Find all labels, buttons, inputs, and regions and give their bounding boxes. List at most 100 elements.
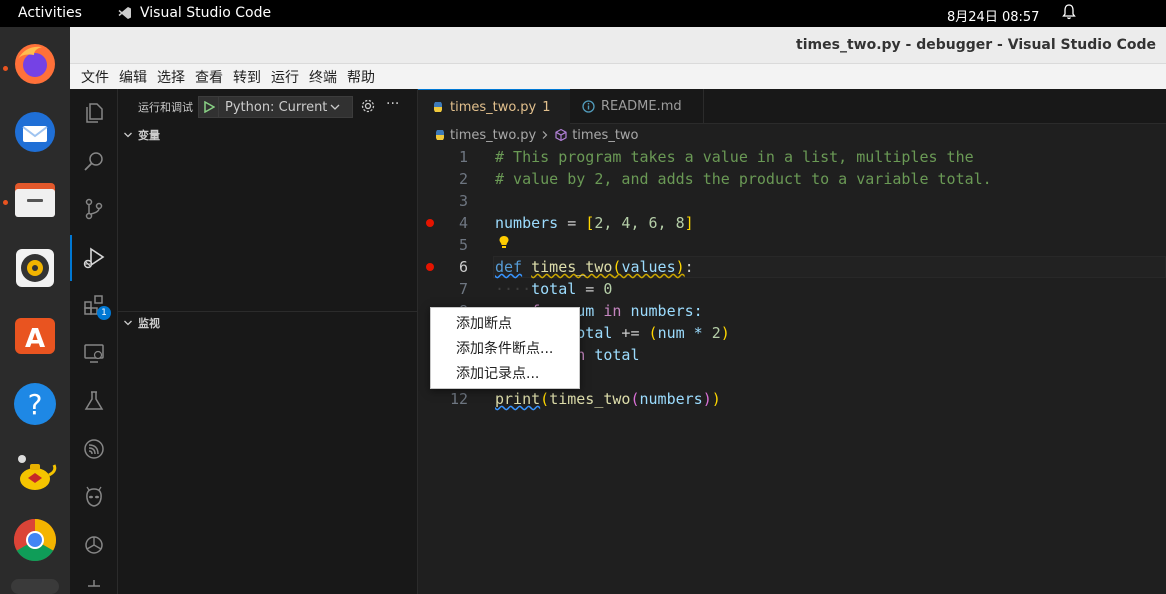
comment: # value by 2, and adds the product to a … [495, 170, 992, 188]
remote-explorer-icon[interactable] [70, 333, 118, 373]
running-indicator [3, 200, 8, 205]
thunderbird-icon[interactable] [11, 108, 59, 156]
teapot-icon[interactable] [11, 448, 59, 496]
token-bracket: [ [585, 214, 595, 232]
vscode-dock-icon[interactable] [11, 579, 59, 594]
menu-run[interactable]: 运行 [266, 67, 304, 87]
tab-label: README.md [601, 99, 682, 114]
more-actions-icon[interactable]: ··· [386, 96, 399, 112]
token-parameter: values [621, 258, 676, 276]
variables-section[interactable]: 变量 [118, 124, 418, 146]
token-bracket: ( [540, 390, 550, 408]
token-variable: total [585, 346, 640, 364]
rhythmbox-icon[interactable] [11, 244, 59, 292]
activity-bar: 1 [70, 89, 118, 594]
breakpoint-icon[interactable] [426, 219, 434, 227]
token-bracket: ) [711, 390, 721, 408]
menu-help[interactable]: 帮助 [342, 67, 380, 87]
app-menu[interactable]: Visual Studio Code [118, 5, 271, 21]
svg-text:A: A [25, 324, 45, 354]
token-bracket: ( [630, 390, 640, 408]
app-menu-label: Visual Studio Code [140, 5, 272, 21]
gear-icon[interactable] [360, 98, 376, 118]
problem-count: 1 [542, 99, 551, 115]
activities-button[interactable]: Activities [18, 5, 82, 21]
token-function: print [495, 390, 541, 408]
play-icon [203, 101, 215, 113]
esp-idf-icon[interactable] [70, 429, 118, 469]
breadcrumb-symbol[interactable]: times_two [572, 128, 638, 143]
code-line[interactable]: 12 print(times_two(numbers)) [418, 388, 1166, 410]
code-line-current[interactable]: 6 def times_two(values): [418, 256, 1166, 278]
explorer-icon[interactable] [70, 93, 118, 133]
testing-icon[interactable] [70, 381, 118, 421]
menu-terminal[interactable]: 终端 [304, 67, 342, 87]
svg-text:?: ? [28, 388, 43, 421]
run-debug-icon[interactable] [70, 238, 118, 278]
add-conditional-breakpoint-item[interactable]: 添加条件断点... [431, 337, 579, 362]
app-center-icon[interactable]: A [11, 312, 59, 360]
token-keyword: def [495, 258, 523, 276]
extensions-badge: 1 [97, 306, 111, 320]
menu-view[interactable]: 查看 [190, 67, 228, 87]
menu-selection[interactable]: 选择 [152, 67, 190, 87]
menu-file[interactable]: 文件 [76, 67, 114, 87]
code-line[interactable]: 5 [418, 234, 1166, 256]
line-number: 5 [458, 236, 468, 254]
files-icon[interactable] [11, 176, 59, 224]
chevron-right-icon [542, 131, 548, 139]
start-debugging-button[interactable] [199, 97, 219, 117]
add-breakpoint-item[interactable]: 添加断点 [431, 312, 579, 337]
code-line[interactable]: 1 # This program takes a value in a list… [418, 146, 1166, 168]
whitespace: ···· [495, 280, 532, 298]
line-number: 3 [458, 192, 468, 210]
code-line[interactable]: 4 numbers = [2, 4, 6, 8] [418, 212, 1166, 234]
breadcrumb-file[interactable]: times_two.py [450, 128, 536, 143]
code-line[interactable]: 7 ····total = 0 [418, 278, 1166, 300]
tab-readme[interactable]: README.md [570, 89, 704, 124]
line-number: 6 [458, 258, 468, 276]
token-operator: = [558, 214, 586, 232]
menu-edit[interactable]: 编辑 [114, 67, 152, 87]
token-variable: numbers [639, 390, 703, 408]
token-operator: = [576, 280, 604, 298]
token-expression: num * [657, 324, 712, 342]
firefox-icon[interactable] [11, 40, 59, 88]
add-logpoint-item[interactable]: 添加记录点... [431, 362, 579, 387]
sidebar-title: 运行和调试 [138, 101, 193, 114]
code-line[interactable]: 2 # value by 2, and adds the product to … [418, 168, 1166, 190]
running-indicator [3, 66, 8, 71]
line-number: 1 [458, 148, 468, 166]
watch-section[interactable]: 监视 [118, 312, 418, 334]
python-file-icon [436, 130, 444, 140]
vscode-icon [118, 7, 131, 19]
more-extension-icon[interactable] [70, 573, 118, 594]
tab-times-two[interactable]: times_two.py 1 [418, 89, 570, 124]
menu-go[interactable]: 转到 [228, 67, 266, 87]
alien-extension-icon[interactable] [70, 477, 118, 517]
token-bracket: ) [675, 258, 685, 276]
bell-icon[interactable] [1062, 4, 1076, 24]
breakpoint-context-menu: 添加断点 添加条件断点... 添加记录点... [430, 307, 580, 389]
breakpoint-icon[interactable] [426, 263, 434, 271]
launch-config-select[interactable]: Python: Current F [198, 96, 353, 118]
token-colon: : [684, 258, 694, 276]
window-titlebar[interactable]: times_two.py - debugger - Visual Studio … [70, 27, 1166, 64]
python-file-icon [434, 102, 442, 112]
breadcrumb: times_two.py times_two [418, 124, 1166, 146]
chrome-icon[interactable] [11, 516, 59, 564]
extensions-icon[interactable] [70, 285, 118, 325]
token-bracket: ) [702, 390, 712, 408]
source-control-icon[interactable] [70, 189, 118, 229]
token-operator: += [612, 324, 649, 342]
help-icon[interactable]: ? [11, 380, 59, 428]
lightbulb-icon[interactable] [498, 234, 510, 253]
openai-icon[interactable] [70, 525, 118, 565]
search-icon[interactable] [70, 141, 118, 181]
line-number: 7 [458, 280, 468, 298]
menu-bar: 文件 编辑 选择 查看 转到 运行 终端 帮助 [70, 64, 1166, 89]
token-bracket: ( [648, 324, 658, 342]
clock[interactable]: 8月24日 08:57 [947, 6, 1039, 25]
comment: # This program takes a value in a list, … [495, 148, 974, 166]
code-line[interactable]: 3 [418, 190, 1166, 212]
